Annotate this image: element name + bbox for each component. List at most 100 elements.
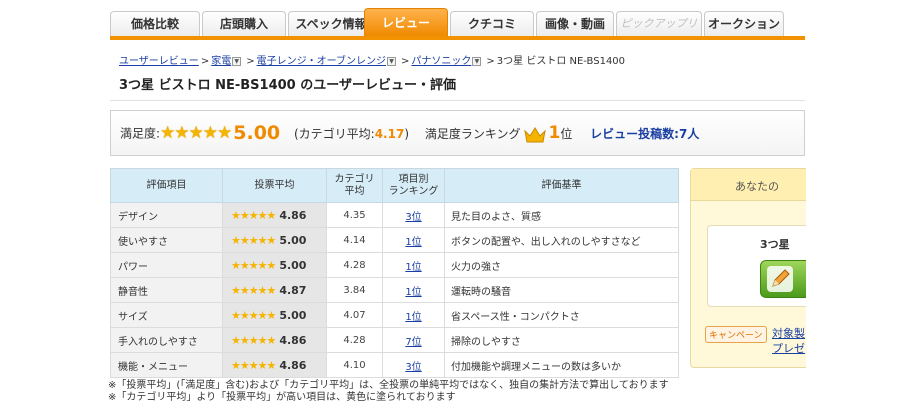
row-vote: ★★★★★ 5.00 — [222, 252, 327, 278]
row-criteria: 掃除のしやすさ — [444, 327, 679, 353]
tab-bar: 価格比較 店頭購入 スペック情報 レビュー クチコミ 画像・動画 ピックアップリ… — [110, 8, 805, 54]
row-score: 5.00 — [279, 258, 307, 272]
breadcrumb-current: 3つ星 ビストロ NE-BS1400 — [496, 56, 626, 67]
row-item: 手入れのしやすさ — [110, 327, 223, 353]
row-criteria: 見た目のよさ、質感 — [444, 202, 679, 228]
breadcrumb-link-panasonic[interactable]: パナソニック — [411, 56, 471, 67]
campaign-link[interactable]: 対象製 プレゼ — [772, 326, 805, 356]
breadcrumb-separator: > — [486, 56, 495, 67]
row-score: 5.00 — [279, 308, 307, 322]
row-category-average: 4.28 — [326, 252, 383, 278]
row-category-average: 3.84 — [326, 277, 383, 303]
breadcrumb-link-microwave[interactable]: 電子レンジ・オーブンレンジ — [257, 56, 386, 67]
star-rating-icon: ★★★★★ — [231, 358, 276, 372]
rating-summary: 満足度:★★★★★ 5.00 (カテゴリ平均:4.17) 満足度ランキング 1位 レ… — [110, 110, 805, 156]
ranking-unit: 位 — [560, 127, 573, 141]
row-rank: 7位 — [382, 327, 445, 353]
footnotes: ※「投票平均」(「満足度」含む)および「カテゴリ平均」は、全投票の単純平均ではな… — [108, 380, 669, 404]
row-vote: ★★★★★ 5.00 — [222, 227, 327, 253]
row-rank: 1位 — [382, 227, 445, 253]
table-row: サイズ ★★★★★ 5.00 4.07 1位 省スペース性・コンパクトさ — [110, 302, 679, 328]
row-rank: 1位 — [382, 302, 445, 328]
row-rank: 3位 — [382, 352, 445, 378]
tab-price[interactable]: 価格比較 — [110, 11, 200, 36]
row-category-average: 4.14 — [326, 227, 383, 253]
star-rating-icon: ★★★★★ — [231, 333, 276, 347]
rank-link[interactable]: 1位 — [405, 262, 421, 273]
star-rating-icon: ★★★★★ — [231, 258, 276, 272]
row-score: 4.86 — [279, 358, 307, 372]
breadcrumb-separator: > — [200, 56, 210, 67]
row-score: 4.87 — [279, 283, 307, 297]
breadcrumb-link-kaden[interactable]: 家電 — [211, 56, 231, 67]
campaign-link-line: 対象製 — [772, 327, 805, 340]
page-title: 3つ星 ビストロ NE-BS1400 のユーザーレビュー・評価 — [119, 78, 456, 93]
row-criteria: 付加機能や調理メニューの数は多いか — [444, 352, 679, 378]
footnote: ※「投票平均」(「満足度」含む)および「カテゴリ平均」は、全投票の単純平均ではな… — [108, 380, 669, 391]
tab-auction[interactable]: オークション — [704, 11, 784, 36]
tab-store[interactable]: 店頭購入 — [202, 11, 286, 36]
ranking-label: 満足度ランキング — [424, 127, 521, 141]
review-count-link[interactable]: レビュー投稿数:7人 — [590, 127, 699, 141]
side-product-name: 3つ星 — [760, 238, 790, 251]
row-vote: ★★★★★ 5.00 — [222, 302, 327, 328]
campaign-link-line: プレゼ — [772, 342, 805, 355]
tab-kuchikomi[interactable]: クチコミ — [450, 11, 534, 36]
table-row: パワー ★★★★★ 5.00 4.28 1位 火力の強さ — [110, 252, 679, 278]
breadcrumb-separator: > — [246, 56, 255, 67]
breadcrumb-link-user-review[interactable]: ユーザーレビュー — [119, 56, 199, 67]
table-row: 静音性 ★★★★★ 4.87 3.84 1位 運転時の騒音 — [110, 277, 679, 303]
rank-link[interactable]: 1位 — [405, 237, 421, 248]
chevron-down-icon[interactable]: ▼ — [472, 56, 482, 66]
rank-link[interactable]: 3位 — [405, 212, 421, 223]
star-rating-icon: ★★★★★ — [160, 123, 232, 143]
tab-spec[interactable]: スペック情報 — [288, 11, 374, 36]
chevron-down-icon[interactable]: ▼ — [387, 56, 396, 66]
rank-link[interactable]: 3位 — [405, 362, 421, 373]
category-average: (カテゴリ平均:4.17) — [294, 127, 409, 141]
row-criteria: 火力の強さ — [444, 252, 679, 278]
row-vote: ★★★★★ 4.86 — [222, 202, 327, 228]
row-item: サイズ — [110, 302, 223, 328]
row-score: 4.86 — [279, 208, 307, 222]
category-average-prefix: (カテゴリ平均: — [293, 126, 375, 141]
chevron-down-icon[interactable]: ▼ — [232, 56, 242, 66]
side-panel-heading: あなたの — [735, 180, 779, 193]
category-average-value: 4.17 — [374, 126, 405, 141]
satisfaction-ranking: 満足度ランキング 1位 — [424, 123, 573, 143]
table-row: デザイン ★★★★★ 4.86 4.35 3位 見た目のよさ、質感 — [110, 202, 679, 228]
footnote: ※「カテゴリ平均」より「投票平均」が高い項目は、黄色に塗られております — [108, 392, 456, 403]
rank-link[interactable]: 7位 — [405, 337, 421, 348]
star-rating-icon: ★★★★★ — [231, 233, 276, 247]
rank-link[interactable]: 1位 — [405, 287, 421, 298]
header-criteria: 評価基準 — [444, 168, 679, 203]
row-vote: ★★★★★ 4.87 — [222, 277, 327, 303]
table-row: 機能・メニュー ★★★★★ 4.86 4.10 3位 付加機能や調理メニューの数は… — [110, 352, 679, 378]
star-rating-icon: ★★★★★ — [231, 308, 276, 322]
row-item: 静音性 — [110, 277, 223, 303]
tab-images[interactable]: 画像・動画 — [536, 11, 614, 36]
evaluation-table: 評価項目 投票平均 カテゴリ 平均 項目別 ランキング 評価基準 デザイン ★★… — [110, 168, 679, 378]
row-item: 機能・メニュー — [110, 352, 223, 378]
row-vote: ★★★★★ 4.86 — [222, 352, 327, 378]
header-item: 評価項目 — [110, 168, 223, 203]
row-criteria: 運転時の騒音 — [444, 277, 679, 303]
row-category-average: 4.35 — [326, 202, 383, 228]
row-category-average: 4.28 — [326, 327, 383, 353]
row-vote: ★★★★★ 4.86 — [222, 327, 327, 353]
row-item: パワー — [110, 252, 223, 278]
row-item: デザイン — [110, 202, 223, 228]
tab-review[interactable]: レビュー — [364, 8, 448, 36]
row-category-average: 4.10 — [326, 352, 383, 378]
rank-link[interactable]: 1位 — [405, 312, 421, 323]
header-vote-average: 投票平均 — [222, 168, 327, 203]
row-criteria: ボタンの配置や、出し入れのしやすさなど — [444, 227, 679, 253]
satisfaction-score: 5.00 — [233, 122, 281, 144]
row-category-average: 4.07 — [326, 302, 383, 328]
star-rating-icon: ★★★★★ — [231, 208, 276, 222]
row-rank: 1位 — [382, 252, 445, 278]
row-rank: 1位 — [382, 277, 445, 303]
star-rating-icon: ★★★★★ — [231, 283, 276, 297]
table-row: 手入れのしやすさ ★★★★★ 4.86 4.28 7位 掃除のしやすさ — [110, 327, 679, 353]
category-average-suffix: ) — [404, 126, 409, 141]
